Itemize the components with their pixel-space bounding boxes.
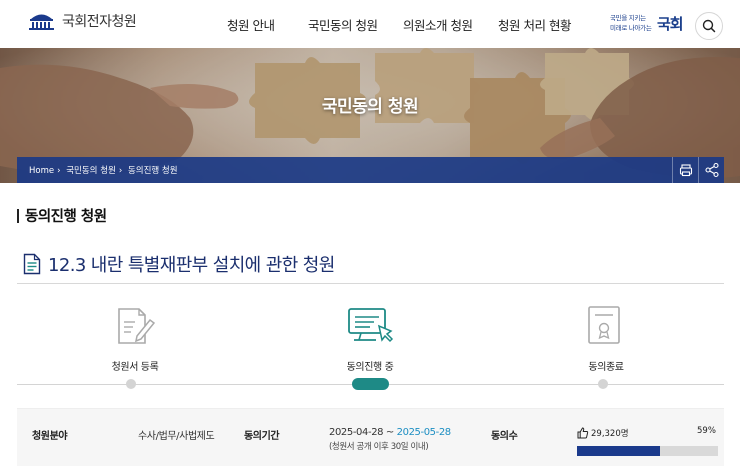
count-value: 29,320명: [591, 429, 629, 439]
print-icon: [679, 164, 693, 177]
consent-percent: 59%: [697, 426, 716, 436]
search-button[interactable]: [695, 12, 723, 40]
breadcrumb-public-consent[interactable]: 국민동의 청원: [66, 166, 116, 176]
hero-title: 국민동의 청원: [321, 97, 419, 117]
step-label-closed: 동의종료: [588, 362, 624, 373]
period-start: 2025-04-28 ~: [329, 427, 397, 438]
step-dot-closed: [598, 379, 608, 389]
field-label: 청원분야: [32, 431, 68, 442]
step-dot-registration: [126, 379, 136, 389]
site-header: 국회전자청원 청원 안내 국민동의 청원 의원소개 청원 청원 처리 현황 국민…: [0, 0, 740, 48]
period-value: 2025-04-28 ~ 2025-05-28: [329, 427, 451, 438]
pencil-document-icon: [118, 308, 156, 344]
count-label: 동의수: [491, 431, 518, 442]
section-title-text: 동의진행 청원: [25, 209, 107, 225]
step-label-registration: 청원서 등록: [111, 362, 159, 373]
breadcrumb-bar: Home › 국민동의 청원 › 동의진행 청원: [17, 157, 724, 183]
period-end: 2025-05-28: [396, 427, 452, 438]
page: 국회전자청원 청원 안내 국민동의 청원 의원소개 청원 청원 처리 현황 국민…: [0, 0, 740, 466]
period-note: (청원서 공개 이후 30일 이내): [329, 442, 429, 452]
nav-petition-guide[interactable]: 청원 안내: [227, 15, 275, 34]
period-label: 동의기간: [244, 431, 280, 442]
section-title: 동의진행 청원: [17, 205, 107, 226]
title-accent-bar: [17, 209, 19, 223]
petition-title: 12.3 내란 특별재판부 설치에 관한 청원: [48, 255, 335, 276]
nav-petition-status[interactable]: 청원 처리 현황: [498, 15, 571, 34]
field-value: 수사/법무/사법제도: [138, 431, 215, 442]
slogan-brand: 국회: [657, 15, 684, 33]
petition-heading: 12.3 내란 특별재판부 설치에 관한 청원: [23, 251, 335, 277]
monitor-click-icon: [348, 308, 394, 343]
breadcrumb-separator: ›: [57, 166, 61, 176]
breadcrumb-separator: ›: [118, 166, 123, 176]
step-label-in-progress: 동의진행 중: [346, 362, 394, 373]
search-icon: [702, 19, 716, 33]
breadcrumb-home[interactable]: Home: [29, 166, 54, 176]
breadcrumb: Home › 국민동의 청원 › 동의진행 청원: [29, 164, 181, 176]
slogan-line-2: 미래로 나아가는: [610, 24, 652, 32]
breadcrumb-current: 동의진행 청원: [127, 166, 178, 176]
print-button[interactable]: [672, 157, 698, 183]
step-indicator-active: [352, 378, 389, 390]
petition-info-table: 청원분야 수사/법무/사법제도 동의기간 2025-04-28 ~ 2025-0…: [17, 408, 724, 466]
consent-count: 29,320명: [577, 427, 629, 439]
share-icon: [705, 162, 719, 178]
document-icon: [23, 253, 41, 275]
share-button[interactable]: [698, 157, 724, 183]
heading-divider: [17, 283, 724, 284]
consent-progress-fill: [577, 446, 661, 456]
consent-progress-bar: [577, 446, 718, 456]
slogan-line-1: 국민을 지키는: [610, 14, 646, 22]
assembly-slogan[interactable]: 국민을 지키는 미래로 나아가는 국회: [610, 12, 690, 36]
certificate-icon: [588, 306, 620, 344]
thumbs-up-icon: [577, 427, 589, 439]
nav-public-consent-petition[interactable]: 국민동의 청원: [308, 15, 378, 34]
nav-member-introduced-petition[interactable]: 의원소개 청원: [403, 15, 473, 34]
